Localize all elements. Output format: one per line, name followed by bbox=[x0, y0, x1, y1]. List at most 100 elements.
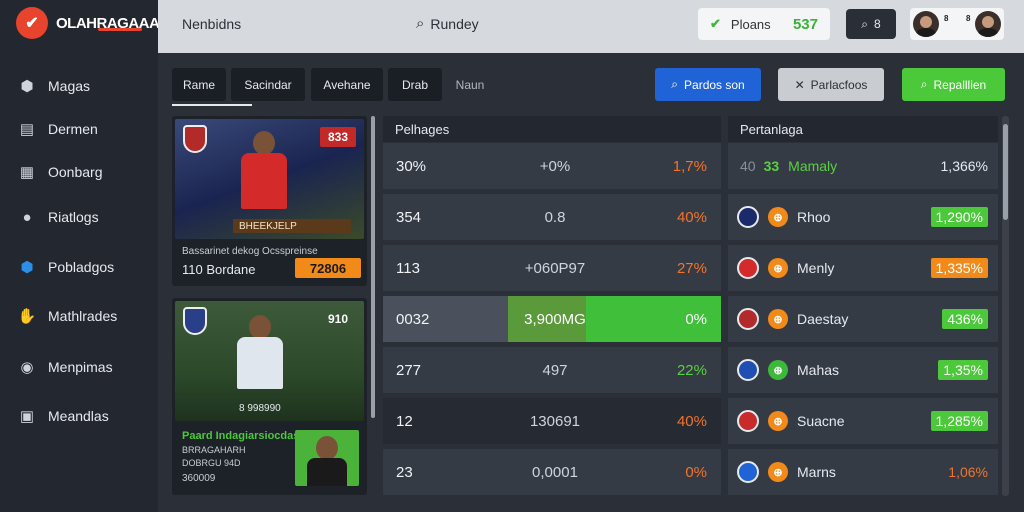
pardos-button[interactable]: ⌕ Pardos son bbox=[655, 68, 761, 101]
cards-scrollbar[interactable] bbox=[371, 116, 375, 418]
top-header: Nenbidns ⌕ Rundey ✔ Ploans 537 ⌕ 8 8 8 bbox=[158, 0, 1024, 53]
list-item[interactable]: ⊕ Suacne 1,285% bbox=[728, 398, 998, 444]
logo-icon: ✔ bbox=[16, 7, 48, 39]
sidebar-item-meandlas[interactable]: ▣ Meandlas bbox=[18, 407, 109, 425]
avatar[interactable] bbox=[975, 11, 1001, 37]
team-name: Suacne bbox=[797, 413, 845, 429]
card-subtitle: BRRAGAHARH bbox=[182, 445, 246, 455]
player-card[interactable]: 910 8 998990 Paard Indagiarsiocdas BRRAG… bbox=[172, 298, 367, 495]
sidebar-item-riatlogs[interactable]: ● Riatlogs bbox=[18, 208, 98, 226]
player-photo: 910 8 998990 bbox=[175, 301, 364, 421]
score: 33 bbox=[763, 158, 780, 174]
document-icon: ▤ bbox=[19, 121, 35, 138]
parlacfoos-button[interactable]: ✕ Parlacfoos bbox=[778, 68, 884, 101]
search-icon: ⌕ bbox=[416, 15, 425, 32]
sidebar-item-label: Magas bbox=[48, 78, 91, 94]
list-item[interactable]: ⊕ Daestay 436% bbox=[728, 296, 998, 342]
header-search[interactable]: ⌕ Rundey bbox=[416, 15, 479, 32]
table-row[interactable]: 23 0,0001 0% bbox=[383, 449, 721, 495]
sidebar-item-menpimas[interactable]: ◉ Menpimas bbox=[18, 358, 112, 376]
profile-switcher[interactable]: 8 8 bbox=[910, 8, 1004, 40]
tab-label: Drab bbox=[401, 77, 428, 92]
sidebar-item-dermen[interactable]: ▤ Dermen bbox=[18, 120, 98, 138]
team-value: 1,290% bbox=[930, 207, 988, 227]
cell: 497 bbox=[542, 361, 568, 379]
search-button[interactable]: ⌕ 8 bbox=[846, 9, 896, 39]
player-card[interactable]: 833 BHEEKJELP Bassarinet dekog Ocssprein… bbox=[172, 116, 367, 286]
button-label: Parlacfoos bbox=[810, 77, 868, 92]
team-flag-icon bbox=[737, 206, 759, 228]
repalllien-button[interactable]: ⌕ Repalllien bbox=[902, 68, 1005, 101]
avatar[interactable] bbox=[913, 11, 939, 37]
list-item[interactable]: ⊕ Mahas 1,35% bbox=[728, 347, 998, 393]
cell: 0,0001 bbox=[532, 463, 578, 481]
list-item[interactable]: ⊕ Marns 1,06% bbox=[728, 449, 998, 495]
search-button-label: 8 bbox=[874, 17, 881, 31]
cell: 40% bbox=[676, 208, 707, 226]
user-icon: ● bbox=[22, 208, 32, 226]
team-value: 1,366% bbox=[940, 158, 988, 174]
team-name: Daestay bbox=[797, 311, 849, 327]
player-thumbnail[interactable] bbox=[295, 430, 359, 486]
team-name: Mahas bbox=[797, 362, 840, 378]
table-row[interactable]: 354 0.8 40% bbox=[383, 194, 721, 240]
table-row-highlighted[interactable]: 0032 3,900MG 0% bbox=[383, 296, 721, 342]
sidebar: ✔ OLAHRAGAAA ⬢ Magas ▤ Dermen ▦ Oonbarg … bbox=[0, 0, 160, 512]
tab-rame[interactable]: Rame bbox=[172, 68, 226, 101]
tab-avehane[interactable]: Avehane bbox=[311, 68, 383, 101]
sidebar-item-label: Dermen bbox=[48, 121, 98, 137]
sidebar-item-label: Oonbarg bbox=[48, 164, 103, 180]
sidebar-item-oonbarg[interactable]: ▦ Oonbarg bbox=[18, 163, 103, 181]
wallet-icon: ▣ bbox=[19, 408, 35, 425]
table-row[interactable]: 113 +060P97 27% bbox=[383, 245, 721, 291]
list-title: Pertanlaga bbox=[728, 116, 998, 142]
sidebar-item-mathlrades[interactable]: ✋ Mathlrades bbox=[18, 307, 118, 325]
header-link[interactable]: Nenbidns bbox=[182, 16, 241, 32]
team-name: Rhoo bbox=[797, 209, 831, 225]
header-search-label: Rundey bbox=[430, 15, 479, 32]
sidebar-item-magas[interactable]: ⬢ Magas bbox=[18, 77, 90, 95]
table-row[interactable]: 277 497 22% bbox=[383, 347, 721, 393]
team-badge-icon: ⊕ bbox=[768, 309, 788, 329]
club-crest-icon bbox=[183, 307, 207, 335]
list-scrollbar[interactable] bbox=[1003, 124, 1008, 220]
cell: 0032 bbox=[396, 310, 430, 328]
sidebar-item-label: Meandlas bbox=[48, 408, 109, 424]
table-row[interactable]: 30% +0% 1,7% bbox=[383, 143, 721, 189]
score-pill[interactable]: ✔ Ploans 537 bbox=[698, 8, 830, 40]
list-item[interactable]: ⊕ Menly 1,335% bbox=[728, 245, 998, 291]
cell: 27% bbox=[676, 259, 707, 277]
cell: 30% bbox=[396, 157, 427, 175]
cell: 0.8 bbox=[544, 208, 566, 226]
cell: 1,7% bbox=[672, 157, 707, 175]
cell: 354 bbox=[396, 208, 422, 226]
cell: 3,900MG bbox=[524, 310, 586, 328]
team-flag-icon bbox=[737, 359, 759, 381]
profile-b-label: 8 bbox=[966, 14, 971, 23]
tab-drab[interactable]: Drab bbox=[388, 68, 442, 101]
tab-label: Sacindar bbox=[244, 77, 292, 92]
list-item[interactable]: ⊕ Rhoo 1,290% bbox=[728, 194, 998, 240]
brand-logo[interactable]: ✔ OLAHRAGAAA bbox=[16, 7, 160, 39]
calendar-icon: ▦ bbox=[19, 164, 35, 181]
card-title: Paard Indagiarsiocdas bbox=[182, 430, 300, 442]
card-value-pill: 72806 bbox=[295, 258, 361, 278]
gamepad-icon: ◉ bbox=[20, 359, 34, 376]
team-badge-icon: ⊕ bbox=[768, 462, 788, 482]
player-name-band: BHEEKJELP bbox=[233, 219, 351, 233]
table-row[interactable]: 12 130691 40% bbox=[383, 398, 721, 444]
cell: 12 bbox=[396, 412, 413, 430]
list-item[interactable]: 40 33 Mamaly 1,366% bbox=[728, 143, 998, 189]
cell: +060P97 bbox=[524, 259, 586, 277]
search-icon: ⌕ bbox=[861, 16, 869, 31]
team-value: 1,06% bbox=[948, 464, 988, 480]
close-icon: ✕ bbox=[794, 77, 805, 92]
ball-icon: ⬢ bbox=[20, 78, 34, 95]
tab-sacindar[interactable]: Sacindar bbox=[231, 68, 305, 101]
cell: 277 bbox=[396, 361, 422, 379]
cell: 130691 bbox=[529, 412, 581, 430]
price-tag: 910 bbox=[327, 312, 348, 326]
sidebar-item-pobladgos[interactable]: ⬢ Pobladgos bbox=[18, 258, 114, 276]
cell: 113 bbox=[396, 259, 420, 277]
tab-naun[interactable]: Naun bbox=[448, 68, 492, 101]
